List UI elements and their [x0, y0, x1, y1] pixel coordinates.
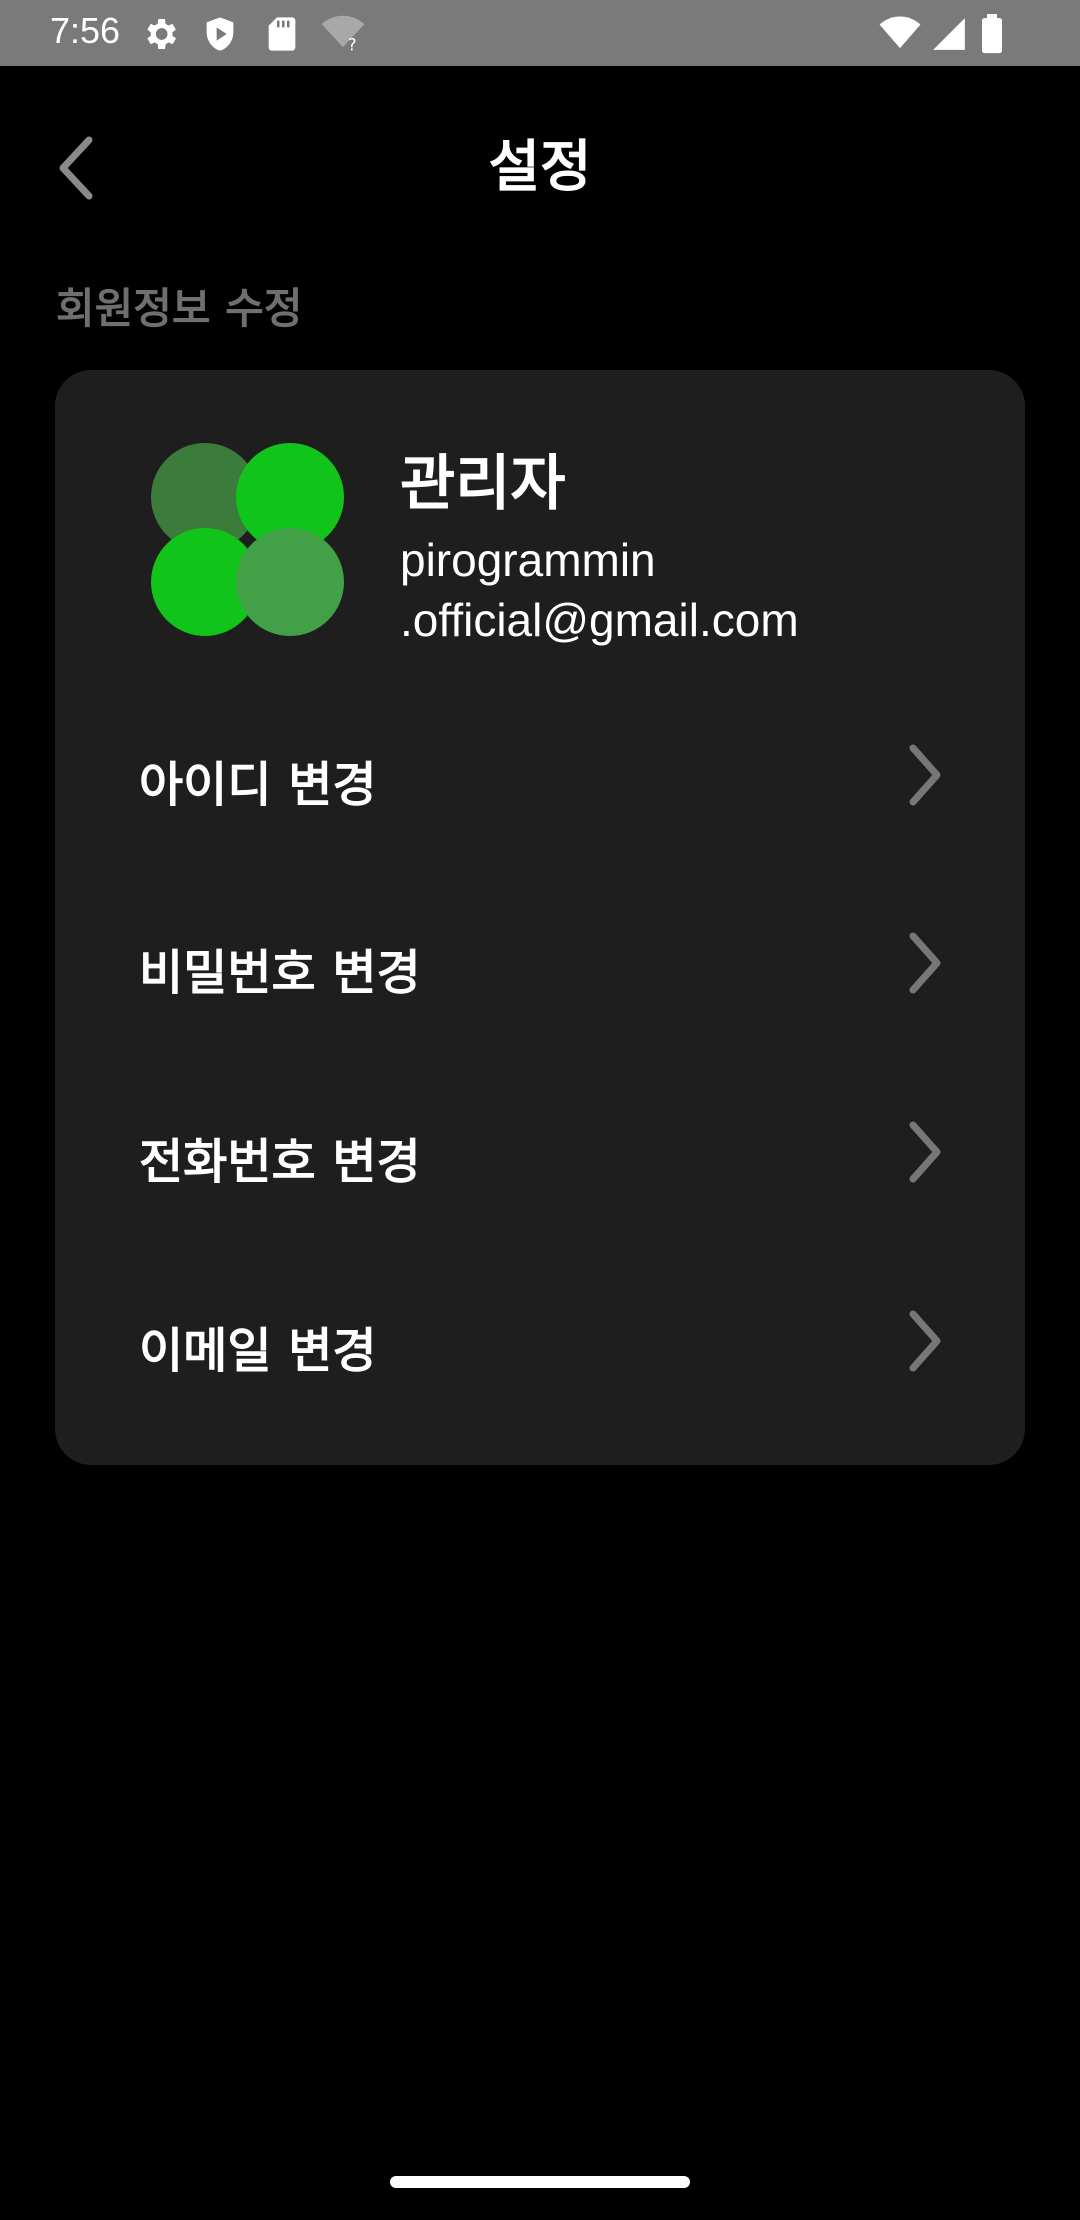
menu-item-label: 전화번호 변경	[139, 1134, 421, 1190]
chevron-right-icon	[905, 1308, 945, 1378]
club-logo-icon	[150, 442, 350, 642]
change-email-button[interactable]: 이메일 변경	[55, 1266, 1025, 1416]
chevron-right-icon	[905, 742, 945, 812]
chevron-right-icon	[905, 1119, 945, 1189]
signal-icon	[930, 14, 968, 58]
settings-icon	[140, 14, 180, 58]
settings-screen: 7:56 ? 설정 회원정보 수정 관리자 pirogrammin .offic…	[0, 0, 1080, 2220]
change-id-button[interactable]: 아이디 변경	[55, 700, 1025, 850]
account-card: 관리자 pirogrammin .official@gmail.com 아이디 …	[55, 370, 1025, 1465]
menu-item-label: 이메일 변경	[139, 1323, 377, 1379]
change-phone-button[interactable]: 전화번호 변경	[55, 1077, 1025, 1227]
home-indicator[interactable]	[390, 2176, 690, 2188]
menu-item-label: 아이디 변경	[139, 757, 377, 813]
menu-item-label: 비밀번호 변경	[139, 945, 421, 1001]
section-title: 회원정보 수정	[56, 284, 303, 333]
sd-card-icon	[262, 14, 302, 58]
page-title: 설정	[488, 135, 592, 200]
wifi-icon	[878, 14, 922, 58]
chevron-right-icon	[905, 930, 945, 1000]
battery-icon	[980, 14, 1004, 58]
profile-email: pirogrammin .official@gmail.com	[400, 534, 799, 646]
wifi-question-icon: ?	[320, 14, 366, 58]
status-bar: 7:56 ?	[0, 0, 1080, 66]
status-time: 7:56	[50, 10, 121, 51]
change-password-button[interactable]: 비밀번호 변경	[55, 888, 1025, 1038]
shield-play-icon	[200, 14, 240, 58]
svg-text:?: ?	[348, 35, 357, 54]
profile-name: 관리자	[400, 449, 566, 519]
